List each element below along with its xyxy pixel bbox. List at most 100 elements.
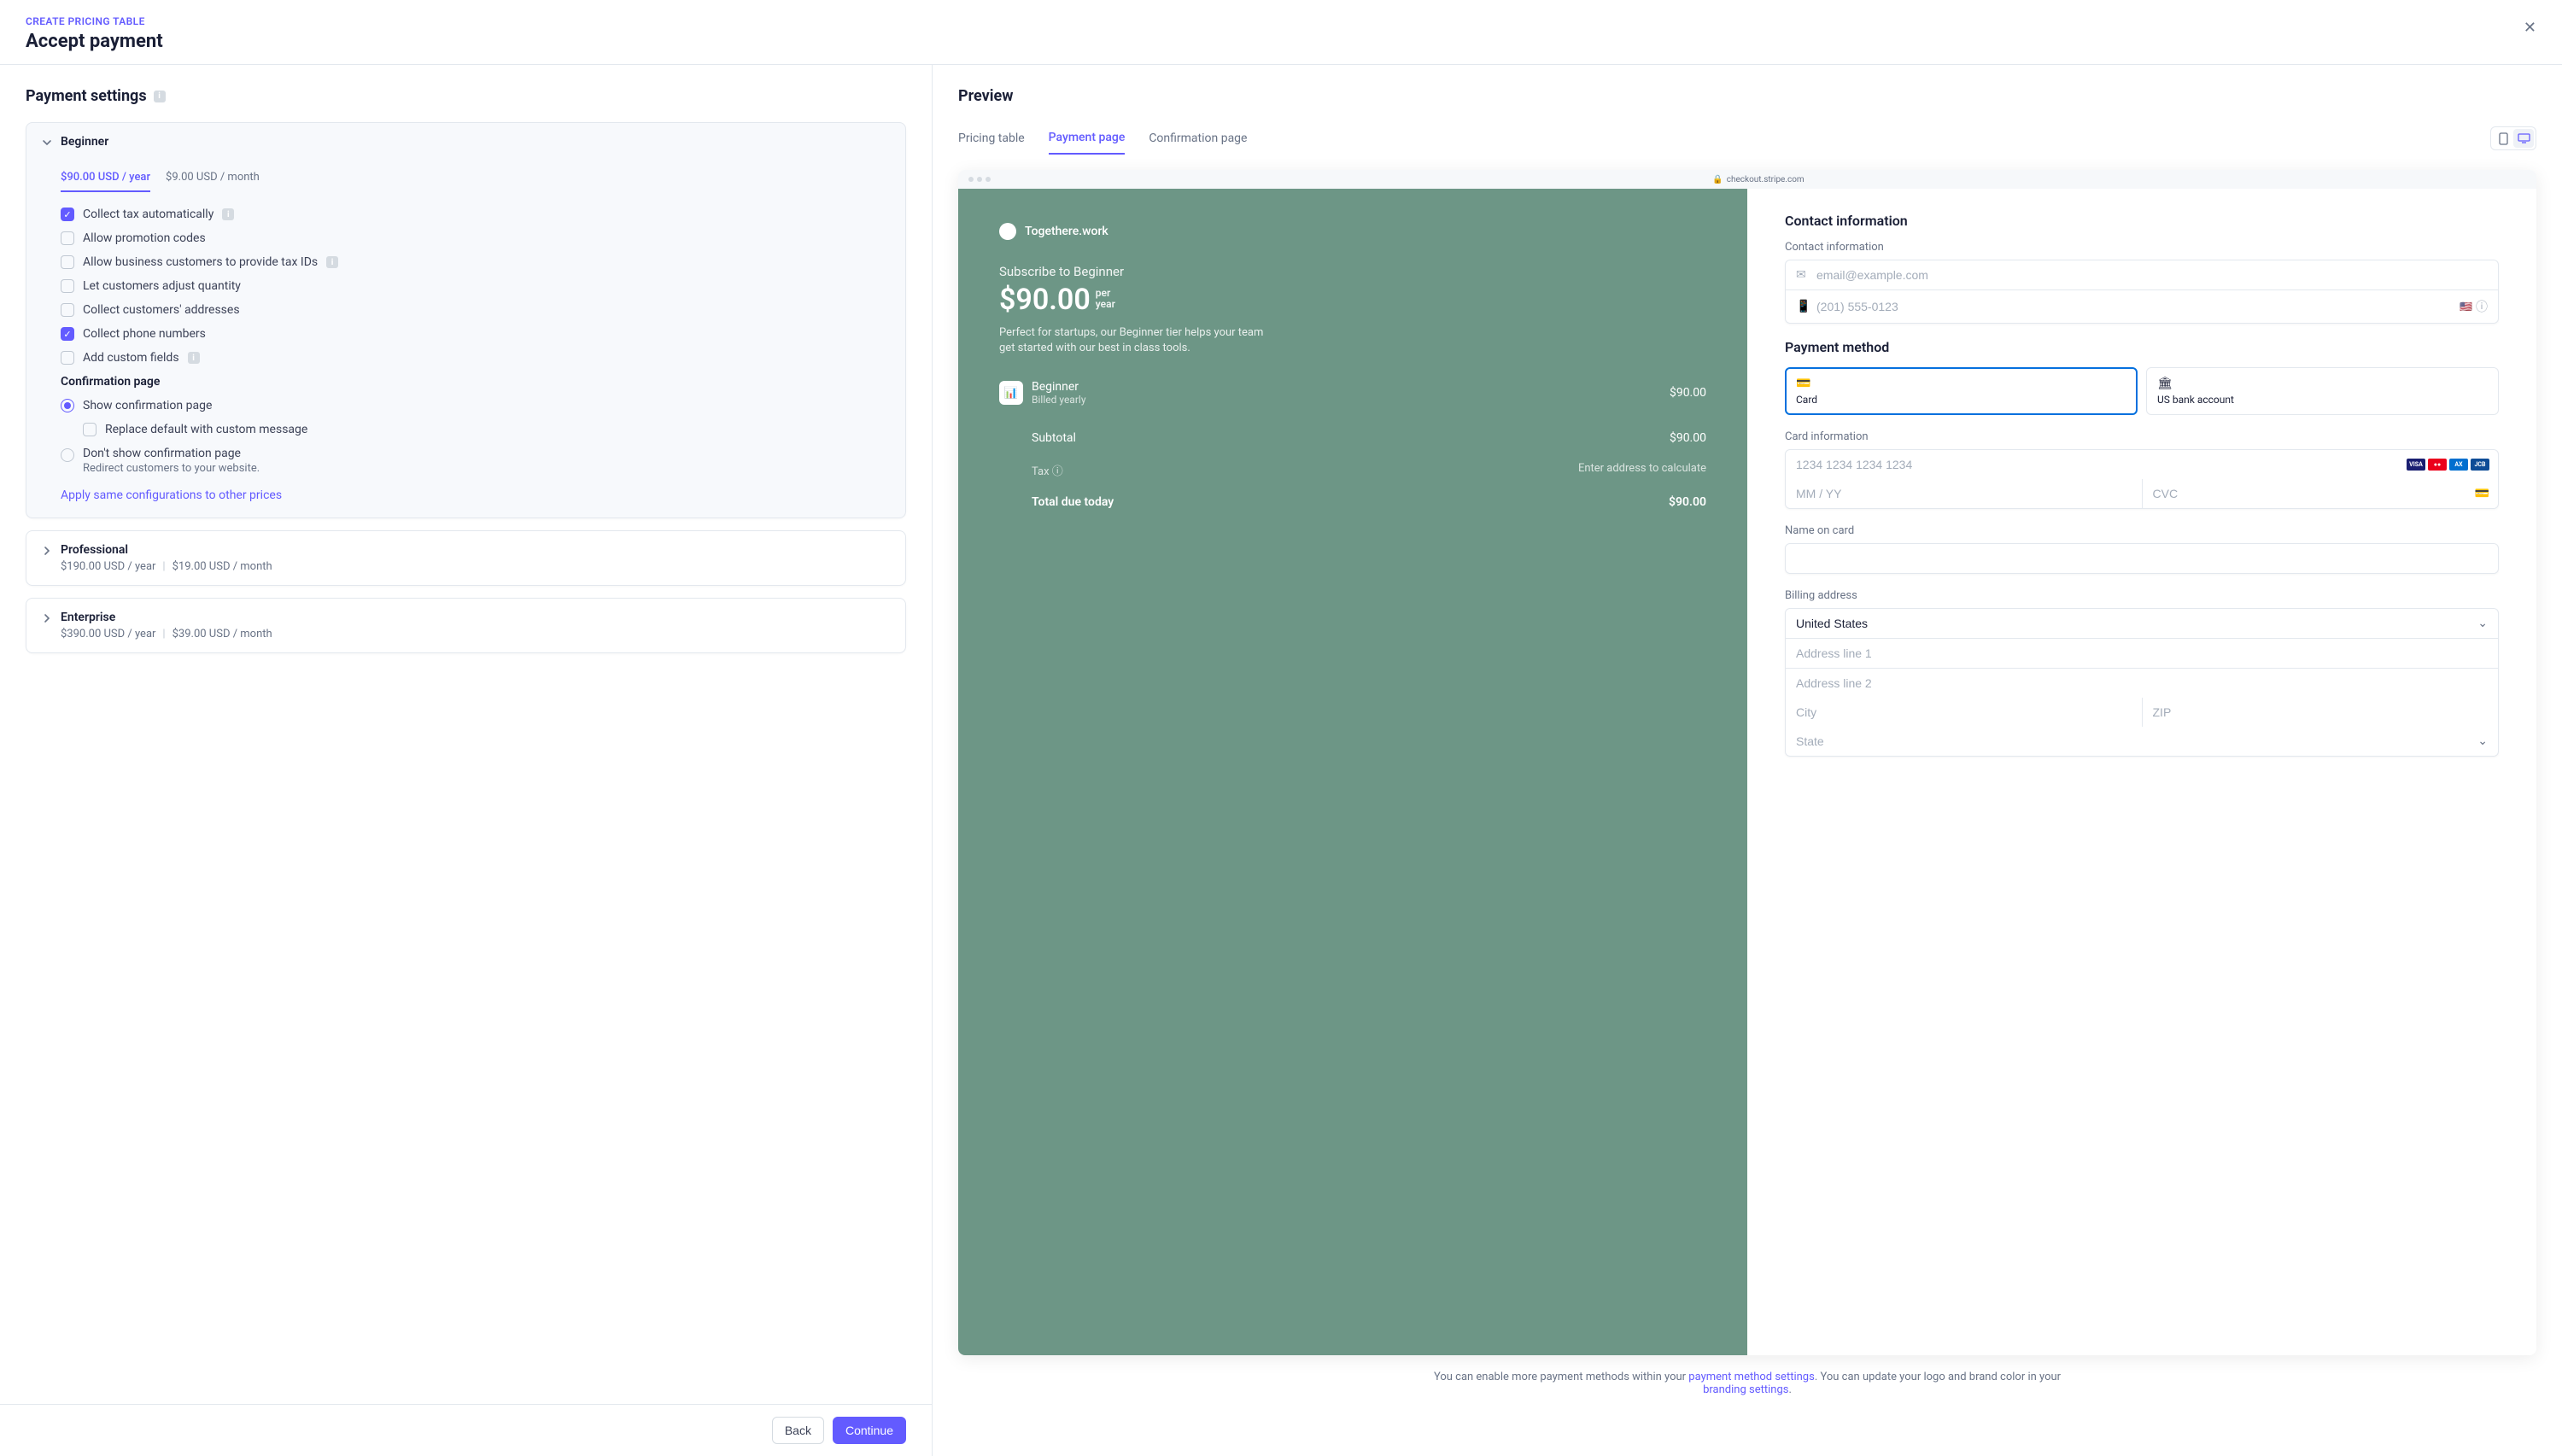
subtotal-amount: $90.00 (1670, 431, 1706, 445)
card-icon: 💳 (1796, 377, 2126, 390)
phone-field[interactable] (1816, 300, 2460, 313)
zip-field[interactable] (2153, 705, 2489, 719)
flag-icon: 🇺🇸 (2460, 301, 2472, 313)
country-select[interactable]: United States (1796, 617, 2488, 630)
radio-hide-label: Don't show confirmation page (83, 447, 260, 460)
radio-show-label: Show confirmation page (83, 399, 212, 412)
subscribe-text: Subscribe to Beginner (999, 264, 1706, 279)
checkbox-biz-tax[interactable] (61, 255, 74, 269)
info-icon[interactable]: i (188, 352, 200, 364)
page-header: CREATE PRICING TABLE Accept payment ✕ (0, 0, 2562, 65)
line-item-sub: Billed yearly (1032, 394, 1661, 406)
info-icon[interactable]: i (222, 208, 234, 220)
contact-label: Contact information (1785, 241, 2499, 254)
tab-payment-page[interactable]: Payment page (1049, 122, 1126, 155)
method-bank[interactable]: 🏛 US bank account (2146, 367, 2499, 415)
price-display: $90.00 peryear (999, 283, 1706, 317)
settings-title-text: Payment settings (26, 87, 147, 105)
info-icon[interactable]: i (326, 256, 338, 268)
device-desktop[interactable] (2513, 129, 2534, 148)
enterprise-year-price: $390.00 USD / year (61, 628, 155, 640)
tab-pricing-table[interactable]: Pricing table (958, 123, 1025, 154)
lock-icon: 🔒 (1712, 175, 1723, 184)
expiry-field[interactable] (1796, 487, 2132, 500)
bottom-bar: Back Continue (0, 1404, 933, 1456)
card-brand-icons: VISA ●● AX JCB (2407, 459, 2489, 471)
professional-month-price: $19.00 USD / month (173, 560, 272, 573)
preview-title: Preview (958, 87, 2536, 105)
checkbox-qty[interactable] (61, 279, 74, 293)
tab-confirmation-page[interactable]: Confirmation page (1149, 123, 1247, 154)
breadcrumb: CREATE PRICING TABLE (26, 15, 2536, 27)
preview-tabs: Pricing table Payment page Confirmation … (958, 122, 2536, 155)
checkbox-addr[interactable] (61, 303, 74, 317)
total-amount: $90.00 (1669, 495, 1706, 509)
preview-frame: 🔒 checkout.stripe.com ◐ Togethere.work Su… (958, 170, 2536, 1355)
browser-bar: 🔒 checkout.stripe.com (958, 170, 2536, 189)
radio-hide-help: Redirect customers to your website. (83, 462, 260, 475)
line-item: 📊 Beginner Billed yearly $90.00 (999, 380, 1706, 406)
line-item-name: Beginner (1032, 380, 1661, 394)
tax-hint: Enter address to calculate (1578, 462, 1706, 478)
tier-professional-header[interactable]: Professional $190.00 USD / year|$19.00 U… (26, 531, 905, 585)
address1-field[interactable] (1796, 646, 2488, 660)
merchant-row: ◐ Togethere.work (999, 223, 1706, 240)
checkbox-phone[interactable]: ✓ (61, 327, 74, 341)
info-icon[interactable]: i (154, 91, 166, 102)
name-field[interactable] (1796, 552, 2488, 565)
tier-professional: Professional $190.00 USD / year|$19.00 U… (26, 530, 906, 586)
price-tab-month[interactable]: $9.00 USD / month (166, 164, 260, 192)
tier-professional-name: Professional (61, 543, 272, 557)
close-button[interactable]: ✕ (2524, 19, 2536, 37)
cvc-field[interactable] (2153, 487, 2489, 500)
back-button[interactable]: Back (772, 1417, 824, 1444)
email-icon: ✉ (1796, 268, 1810, 282)
apply-configs-link[interactable]: Apply same configurations to other price… (61, 488, 282, 502)
merchant-logo-icon: ◐ (999, 223, 1016, 240)
page-title: Accept payment (26, 31, 2536, 52)
address2-field[interactable] (1796, 676, 2488, 690)
tier-beginner-header[interactable]: Beginner (26, 123, 905, 164)
radio-hide-confirmation[interactable] (61, 448, 74, 462)
checkout-summary: ◐ Togethere.work Subscribe to Beginner $… (958, 189, 1747, 1355)
tier-enterprise-header[interactable]: Enterprise $390.00 USD / year|$39.00 USD… (26, 599, 905, 652)
device-mobile[interactable] (2493, 129, 2513, 148)
browser-url: checkout.stripe.com (1727, 175, 1805, 184)
payment-settings-link[interactable]: payment method settings (1688, 1371, 1815, 1383)
chevron-down-icon (42, 137, 52, 148)
radio-show-confirmation[interactable] (61, 399, 74, 412)
checkbox-custom-label: Add custom fields (83, 351, 179, 365)
continue-button[interactable]: Continue (833, 1417, 906, 1444)
info-icon[interactable]: ⓘ (2476, 298, 2488, 315)
preview-footer-text: You can enable more payment methods with… (1414, 1371, 2080, 1396)
confirmation-heading: Confirmation page (61, 375, 890, 389)
total-label: Total due today (1032, 495, 1114, 509)
tier-professional-prices: $190.00 USD / year|$19.00 USD / month (61, 560, 272, 573)
chevron-right-icon (42, 613, 52, 623)
settings-pane: Payment settings i Beginner $90.00 USD /… (0, 65, 933, 1410)
method-card[interactable]: 💳 Card (1785, 367, 2138, 415)
state-select[interactable]: State (1796, 734, 2488, 748)
contact-section-title: Contact information (1785, 213, 2499, 229)
price-tab-year[interactable]: $90.00 USD / year (61, 164, 150, 192)
checkbox-tax[interactable]: ✓ (61, 208, 74, 221)
city-field[interactable] (1796, 705, 2132, 719)
method-bank-label: US bank account (2157, 394, 2488, 406)
branding-settings-link[interactable]: branding settings (1703, 1383, 1788, 1396)
checkbox-phone-label: Collect phone numbers (83, 327, 206, 341)
merchant-name: Togethere.work (1025, 225, 1108, 238)
settings-title: Payment settings i (26, 87, 906, 105)
phone-icon: 📱 (1796, 300, 1810, 313)
checkbox-promo[interactable] (61, 231, 74, 245)
chevron-right-icon (42, 546, 52, 556)
card-info-label: Card information (1785, 430, 2499, 443)
price-amount: $90.00 (999, 283, 1091, 317)
email-field[interactable] (1816, 268, 2488, 282)
card-number-field[interactable] (1796, 458, 2488, 471)
plan-description: Perfect for startups, our Beginner tier … (999, 325, 1264, 356)
preview-pane: Preview Pricing table Payment page Confi… (933, 65, 2562, 1410)
plan-icon: 📊 (999, 381, 1023, 405)
tier-beginner-name: Beginner (61, 135, 108, 149)
checkbox-replace-msg[interactable] (83, 423, 97, 436)
checkbox-custom[interactable] (61, 351, 74, 365)
